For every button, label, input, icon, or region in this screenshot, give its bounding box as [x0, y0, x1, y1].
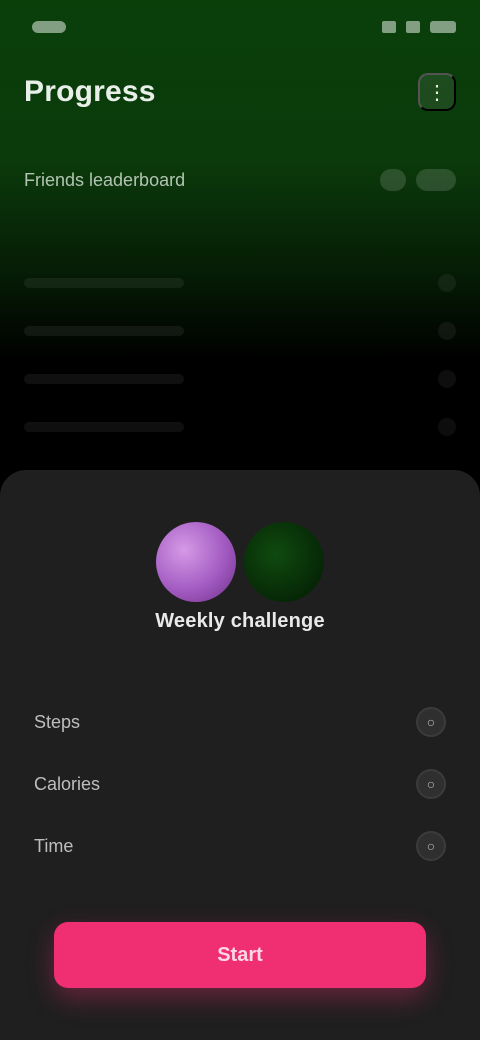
background-list [24, 270, 456, 440]
section-controls [380, 169, 456, 191]
radio-button[interactable]: ○ [416, 769, 446, 799]
section-label: Friends leaderboard [24, 169, 186, 190]
row-text [24, 422, 184, 432]
status-indicator [32, 21, 66, 33]
row-icon [438, 370, 456, 388]
radio-button[interactable]: ○ [416, 707, 446, 737]
row-icon [438, 418, 456, 436]
option-label: Time [34, 835, 74, 856]
section-header: Friends leaderboard [24, 160, 456, 200]
page-title: Progress [24, 75, 156, 108]
option-calories[interactable]: Calories ○ [34, 762, 446, 806]
status-left [24, 21, 66, 33]
status-right [382, 21, 456, 33]
list-item [24, 366, 456, 392]
list-item [24, 270, 456, 296]
start-button[interactable]: Start [54, 922, 426, 988]
menu-icon: ⋮ [427, 81, 447, 104]
row-icon [438, 274, 456, 292]
chip-left[interactable] [380, 169, 406, 191]
sheet-title: Weekly challenge [155, 610, 325, 632]
row-text [24, 278, 184, 288]
option-label: Steps [34, 711, 81, 732]
battery-icon [430, 21, 456, 33]
radio-icon: ○ [426, 776, 436, 792]
chip-right[interactable] [416, 169, 456, 191]
option-label: Calories [34, 773, 101, 794]
option-time[interactable]: Time ○ [34, 824, 446, 868]
list-item [24, 318, 456, 344]
list-item [24, 414, 456, 440]
status-bar [24, 12, 456, 42]
row-text [24, 326, 184, 336]
signal-icon [382, 21, 396, 33]
avatar [244, 522, 324, 602]
app-screen: Progress ⋮ Friends leaderboard Weekly ch… [0, 0, 480, 1040]
row-icon [438, 322, 456, 340]
radio-button[interactable]: ○ [416, 831, 446, 861]
challenge-options: Steps ○ Calories ○ Time ○ [34, 700, 446, 868]
avatar [156, 522, 236, 602]
option-steps[interactable]: Steps ○ [34, 700, 446, 744]
top-header: Progress ⋮ [24, 64, 456, 120]
menu-button[interactable]: ⋮ [418, 73, 456, 111]
radio-icon: ○ [426, 838, 436, 854]
row-text [24, 374, 184, 384]
wifi-icon [406, 21, 420, 33]
bottom-sheet: Weekly challenge Steps ○ Calories ○ Time… [0, 470, 480, 1040]
avatar-group [156, 522, 324, 602]
radio-icon: ○ [426, 714, 436, 730]
